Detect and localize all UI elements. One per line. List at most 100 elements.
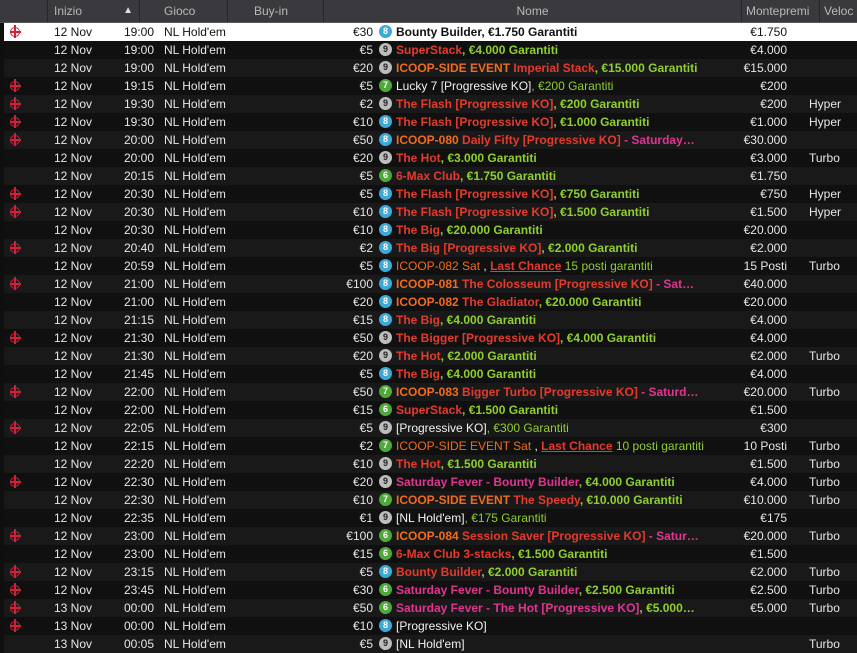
header-col-speed[interactable]: Veloc (820, 0, 857, 22)
tournament-row[interactable]: 12 Nov 22:00 NL Hold'em €15 6 SuperStack, €1.… (4, 401, 857, 419)
header-col-speed-label: Veloc (824, 4, 854, 18)
tournament-row[interactable]: 13 Nov 00:05 NL Hold'em €5 9 [NL Hold'em] Turb… (4, 635, 857, 653)
prize-pool: €2.000 (750, 349, 787, 363)
prize-pool: 10 Posti (743, 439, 787, 453)
player-count-badge: 8 (379, 205, 392, 219)
tournament-row[interactable]: 12 Nov 21:00 NL Hold'em €20 8 ICOOP-082 The G… (4, 293, 857, 311)
player-count-badge: 7 (379, 79, 392, 93)
tournament-row[interactable]: 12 Nov 20:30 NL Hold'em €10 8 The Big, €20.00… (4, 221, 857, 239)
start-time: 20:40 (123, 241, 154, 255)
start-time: 19:15 (123, 79, 154, 93)
tournament-name: 8 The Flash [Progressive KO], €1.500 Gara… (379, 203, 739, 221)
tournament-row[interactable]: 12 Nov 22:30 NL Hold'em €20 9 Saturday Fever … (4, 473, 857, 491)
tournament-name: 8 Bounty Builder, €1.750 Garantiti (379, 23, 739, 41)
game-type: NL Hold'em (164, 529, 226, 543)
tournament-name-segment: Bigger Turbo [Progressive KO] (462, 385, 638, 399)
tournament-name-segment: The Bigger [Progressive KO] (396, 331, 561, 345)
tournament-name-segment: The Flash [Progressive KO] (396, 205, 554, 219)
tournament-row[interactable]: 12 Nov 19:30 NL Hold'em €2 9 The Flash [Progr… (4, 95, 857, 113)
tournament-row[interactable]: 12 Nov 23:45 NL Hold'em €30 6 Saturday Fever … (4, 581, 857, 599)
header-col-name[interactable]: Nome (324, 0, 742, 22)
header-col-game[interactable]: Gioco (140, 0, 228, 22)
tournament-row[interactable]: 12 Nov 23:00 NL Hold'em €100 6 ICOOP-084 Sess… (4, 527, 857, 545)
player-count-badge: 8 (379, 367, 392, 381)
game-type: NL Hold'em (164, 385, 226, 399)
tournament-name-segment: - Sat… (652, 277, 695, 291)
tournament-name-segment: 6-Max Club 3-stacks (396, 547, 512, 561)
speed: Hyper (809, 205, 842, 219)
tournament-row[interactable]: 12 Nov 22:05 NL Hold'em €5 9 [Progressive KO]… (4, 419, 857, 437)
tournament-row[interactable]: 12 Nov 21:15 NL Hold'em €15 8 The Big, €4.000… (4, 311, 857, 329)
buyin-amount: €30 (352, 583, 373, 597)
tournament-row[interactable]: 12 Nov 21:45 NL Hold'em €5 8 The Big, €4.000 … (4, 365, 857, 383)
header-col-prize[interactable]: Montepremi (742, 0, 820, 22)
row-icon-cell (10, 563, 24, 581)
player-count-badge: 7 (379, 439, 392, 453)
tournament-row[interactable]: 12 Nov 20:30 NL Hold'em €5 8 The Flash [Progr… (4, 185, 857, 203)
tournament-row[interactable]: 12 Nov 19:00 NL Hold'em €30 8 Bounty Builder,… (4, 23, 857, 41)
tournament-name: 8 ICOOP-082 Sat , Last Chance 15 posti ga… (379, 257, 739, 275)
start-date: 12 Nov (53, 295, 92, 309)
player-count-badge: 8 (379, 115, 392, 129)
tournament-row[interactable]: 12 Nov 22:15 NL Hold'em €2 7 ICOOP-SIDE EVENT… (4, 437, 857, 455)
prize-pool: €10.000 (743, 493, 787, 507)
tournament-row[interactable]: 13 Nov 00:00 NL Hold'em €50 6 Saturday Fever … (4, 599, 857, 617)
tournament-name-segment: , €2.000 Garantiti (440, 349, 537, 363)
start-time: 19:30 (123, 97, 154, 111)
bounty-target-icon (10, 601, 21, 614)
tournament-row[interactable]: 12 Nov 19:30 NL Hold'em €10 8 The Flash [Prog… (4, 113, 857, 131)
tournament-row[interactable]: 12 Nov 19:00 NL Hold'em €5 9 SuperStack, €4.0… (4, 41, 857, 59)
tournament-name-segment[interactable]: Last Chance (541, 439, 612, 453)
tournament-name-segment[interactable]: Last Chance (490, 259, 561, 273)
tournament-row[interactable]: 12 Nov 20:59 NL Hold'em €5 8 ICOOP-082 Sat , … (4, 257, 857, 275)
buyin-amount: €15 (352, 547, 373, 561)
start-date: 12 Nov (53, 169, 92, 183)
prize-pool: €40.000 (743, 277, 787, 291)
tournament-row[interactable]: 12 Nov 20:40 NL Hold'em €2 8 The Big [Progres… (4, 239, 857, 257)
tournament-row[interactable]: 12 Nov 23:00 NL Hold'em €15 6 6-Max Club 3-st… (4, 545, 857, 563)
tournament-name-segment: 10 posti garantiti (612, 439, 704, 453)
tournament-row[interactable]: 12 Nov 22:35 NL Hold'em €1 9 [NL Hold'em], €1… (4, 509, 857, 527)
tournament-name-segment: , €20.000 Garantiti (440, 223, 543, 237)
player-count-badge: 9 (379, 475, 392, 489)
prize-pool: €5.000 (750, 601, 787, 615)
tournament-row[interactable]: 12 Nov 22:20 NL Hold'em €10 9 The Hot, €1.500… (4, 455, 857, 473)
header-col-icon[interactable] (0, 0, 48, 22)
start-date: 12 Nov (53, 223, 92, 237)
tournament-row[interactable]: 12 Nov 19:00 NL Hold'em €20 9 ICOOP-SIDE EVEN… (4, 59, 857, 77)
speed: Turbo (809, 151, 840, 165)
tournament-row[interactable]: 12 Nov 19:15 NL Hold'em €5 7 Lucky 7 [Progres… (4, 77, 857, 95)
bounty-target-icon (10, 565, 21, 578)
start-time: 20:30 (123, 223, 154, 237)
speed (809, 509, 857, 527)
tournament-row[interactable]: 13 Nov 00:00 NL Hold'em €10 8 [Progressive KO… (4, 617, 857, 635)
speed (809, 23, 857, 41)
buyin-amount: €15 (352, 403, 373, 417)
prize-pool: €1.500 (750, 403, 787, 417)
start-date: 12 Nov (53, 79, 92, 93)
tournament-name-segment: Session Saver [Progressive KO] (462, 529, 646, 543)
tournament-row[interactable]: 12 Nov 20:00 NL Hold'em €20 9 The Hot, €3.000… (4, 149, 857, 167)
row-icon-cell (10, 545, 24, 563)
tournament-row[interactable]: 12 Nov 21:30 NL Hold'em €50 9 The Bigger [Pro… (4, 329, 857, 347)
game-type: NL Hold'em (164, 241, 226, 255)
tournament-row[interactable]: 12 Nov 20:00 NL Hold'em €50 8 ICOOP-080 Daily… (4, 131, 857, 149)
game-type: NL Hold'em (164, 223, 226, 237)
tournament-row[interactable]: 12 Nov 22:30 NL Hold'em €10 7 ICOOP-SIDE EVEN… (4, 491, 857, 509)
tournament-row[interactable]: 12 Nov 21:00 NL Hold'em €100 8 ICOOP-081 The … (4, 275, 857, 293)
buyin-amount: €5 (359, 367, 373, 381)
tournament-row[interactable]: 12 Nov 23:15 NL Hold'em €5 8 Bounty Builder, … (4, 563, 857, 581)
tournament-row[interactable]: 12 Nov 20:15 NL Hold'em €5 6 6-Max Club, €1.7… (4, 167, 857, 185)
tournament-list: 12 Nov 19:00 NL Hold'em €30 8 Bounty Builder,… (4, 23, 857, 653)
header-col-start[interactable]: Inizio ▲ (48, 0, 140, 22)
tournament-name: 8 ICOOP-080 Daily Fifty [Progressive KO] … (379, 131, 739, 149)
tournament-row[interactable]: 12 Nov 21:30 NL Hold'em €20 9 The Hot, €2.000… (4, 347, 857, 365)
tournament-row[interactable]: 12 Nov 20:30 NL Hold'em €10 8 The Flash [Prog… (4, 203, 857, 221)
tournament-name-segment: Saturday Fever - Bounty Builder (396, 583, 579, 597)
player-count-badge: 9 (379, 637, 392, 651)
player-count-badge: 8 (379, 295, 392, 309)
header-col-buyin[interactable]: Buy-in (228, 0, 324, 22)
tournament-row[interactable]: 12 Nov 22:00 NL Hold'em €50 7 ICOOP-083 Bigge… (4, 383, 857, 401)
player-count-badge: 9 (379, 43, 392, 57)
buyin-amount: €100 (346, 277, 373, 291)
